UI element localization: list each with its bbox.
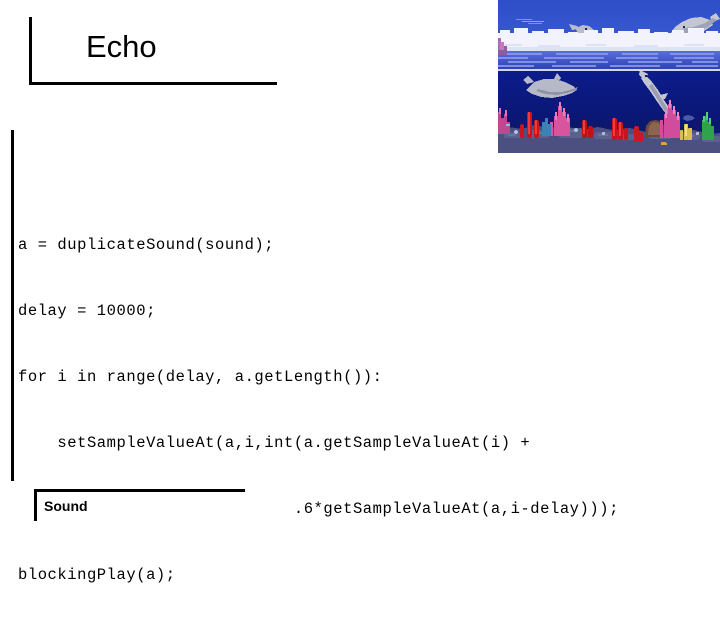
- title-rule-vertical: [29, 17, 32, 85]
- footer-rule-horizontal: [34, 489, 245, 492]
- dolphin-coral-reef-photo: [498, 0, 720, 153]
- slide-canvas: Echo a = duplicateSound(sound); delay = …: [0, 0, 720, 584]
- title-rule-horizontal: [29, 82, 277, 85]
- code-line: .6*getSampleValueAt(a,i-delay)));: [18, 500, 619, 518]
- code-line: a = duplicateSound(sound);: [18, 236, 275, 254]
- reef-illustration: [498, 0, 720, 153]
- code-line: for i in range(delay, a.getLength()):: [18, 368, 383, 386]
- code-line: blockingPlay(a);: [18, 566, 176, 584]
- code-line: setSampleValueAt(a,i,int(a.getSampleValu…: [18, 434, 531, 452]
- footer-rule-vertical: [34, 489, 37, 521]
- code-listing: a = duplicateSound(sound); delay = 10000…: [18, 190, 718, 630]
- code-line: delay = 10000;: [18, 302, 156, 320]
- footer-label: Sound: [44, 498, 88, 514]
- page-title: Echo: [86, 29, 157, 64]
- body-rule-vertical: [11, 130, 14, 481]
